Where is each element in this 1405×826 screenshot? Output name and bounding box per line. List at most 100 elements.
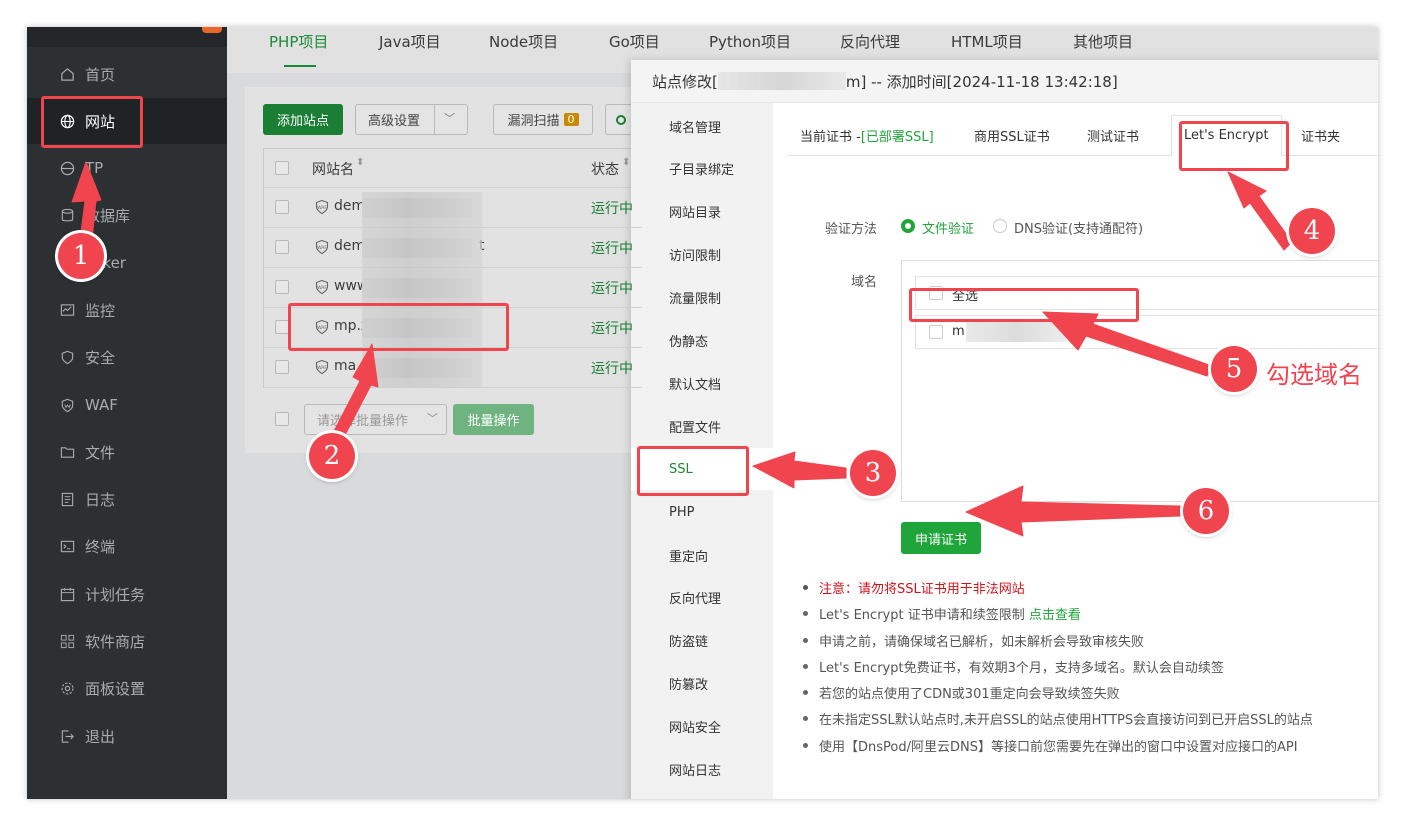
- sidebar-item-logs[interactable]: 日志: [27, 476, 227, 522]
- row-checkbox[interactable]: [275, 280, 289, 294]
- select-all-checkbox[interactable]: [275, 161, 289, 175]
- dialog-nav-item[interactable]: 网站安全: [631, 706, 773, 748]
- dialog-nav-item[interactable]: 配置文件: [631, 405, 773, 447]
- dialog-nav-item[interactable]: 域名管理: [631, 105, 773, 147]
- step-5-marker: 5: [1211, 346, 1257, 392]
- logout-icon: [59, 728, 75, 744]
- view-limits-link[interactable]: 点击查看: [1029, 608, 1081, 623]
- note-item: 若您的站点使用了CDN或301重定向会导致续签失败: [803, 683, 1378, 709]
- add-site-button[interactable]: 添加站点: [263, 104, 343, 135]
- site-name[interactable]: dem: [334, 238, 365, 254]
- row-checkbox[interactable]: [275, 320, 289, 334]
- dialog-nav-item[interactable]: 网站日志: [631, 749, 773, 791]
- row-checkbox[interactable]: [275, 200, 289, 214]
- sidebar-item-label: 软件商店: [85, 632, 146, 651]
- dialog-nav-item[interactable]: 默认文档: [631, 362, 773, 404]
- dialog-nav-item[interactable]: 伪静态: [631, 320, 773, 362]
- sidebar-item-waf[interactable]: WAF: [27, 382, 227, 428]
- sidebar-item-logout[interactable]: 退出: [27, 713, 227, 759]
- status-badge[interactable]: 运行中: [591, 318, 633, 338]
- dialog-nav-item[interactable]: 网站目录: [631, 191, 773, 233]
- status-badge[interactable]: 运行中: [591, 358, 633, 378]
- svg-text:WAF: WAF: [317, 205, 327, 211]
- batch-checkbox[interactable]: [275, 412, 289, 426]
- dialog-nav-item[interactable]: 防盗链: [631, 620, 773, 662]
- sidebar-item-security[interactable]: 安全: [27, 334, 227, 380]
- tab-python[interactable]: Python项目: [709, 31, 791, 52]
- status-badge[interactable]: 运行中: [591, 278, 633, 298]
- step-2-marker: 2: [309, 433, 355, 479]
- dialog-nav-item[interactable]: PHP: [631, 491, 773, 533]
- sidebar-item-label: 安全: [85, 348, 116, 367]
- tab-commercial-ssl[interactable]: 商用SSL证书: [962, 115, 1062, 156]
- tab-current-cert-label: 当前证书 -: [800, 130, 861, 145]
- dialog-nav-item[interactable]: 重定向: [631, 534, 773, 576]
- sort-icon[interactable]: ⬍: [622, 157, 630, 168]
- step-3-marker: 3: [850, 450, 896, 496]
- tab-current-cert[interactable]: 当前证书 - [已部署SSL]: [788, 115, 946, 156]
- col-status[interactable]: 状态: [591, 159, 619, 179]
- sidebar-item-settings[interactable]: 面板设置: [27, 665, 227, 711]
- radio-dns-verify[interactable]: [993, 219, 1007, 233]
- svg-text:WAF: WAF: [317, 285, 327, 291]
- tab-go[interactable]: Go项目: [609, 31, 660, 52]
- dialog-nav-item[interactable]: 流量限制: [631, 277, 773, 319]
- row-checkbox[interactable]: [275, 360, 289, 374]
- dns-verify-label[interactable]: DNS验证(支持通配符): [1014, 218, 1143, 237]
- sidebar-item-label: 日志: [85, 490, 116, 509]
- sidebar-item-monitor[interactable]: 监控: [27, 287, 227, 333]
- sidebar-item-home[interactable]: 首页: [27, 51, 227, 97]
- dialog-nav-item[interactable]: 反向代理: [631, 577, 773, 619]
- radio-file-verify[interactable]: [901, 219, 915, 233]
- sidebar-item-docker[interactable]: ocker: [27, 240, 227, 286]
- status-badge[interactable]: 运行中: [591, 238, 633, 258]
- dialog-nav-item[interactable]: 子目录绑定: [631, 148, 773, 190]
- tab-reverse-proxy[interactable]: 反向代理: [840, 31, 900, 52]
- tab-html[interactable]: HTML项目: [951, 31, 1023, 52]
- dialog-nav-item[interactable]: 访问限制: [631, 234, 773, 276]
- logo-strip: [27, 27, 227, 47]
- sidebar-item-ftp[interactable]: TP: [27, 145, 227, 191]
- sidebar-item-label: 退出: [85, 727, 116, 746]
- highlight-ssl-nav: [637, 446, 749, 496]
- tab-test-cert[interactable]: 测试证书: [1075, 115, 1151, 156]
- sidebar-item-store[interactable]: 软件商店: [27, 618, 227, 664]
- gear-icon: [59, 680, 75, 696]
- batch-select[interactable]: 请选择批量操作 ﹀: [304, 404, 447, 435]
- tab-cert-folder[interactable]: 证书夹: [1289, 115, 1352, 156]
- domain-checkbox[interactable]: [929, 325, 943, 339]
- sort-icon[interactable]: ⬍: [356, 157, 364, 168]
- redacted-domain: [966, 322, 1066, 342]
- site-name[interactable]: dem: [334, 198, 365, 214]
- tab-other[interactable]: 其他项目: [1073, 31, 1133, 52]
- note-item: 注意：请勿将SSL证书用于非法网站: [803, 578, 1378, 604]
- apply-cert-button[interactable]: 申请证书: [901, 522, 981, 554]
- tab-java[interactable]: Java项目: [379, 31, 441, 52]
- batch-apply-button[interactable]: 批量操作: [453, 404, 534, 435]
- database-icon: [59, 207, 75, 223]
- dialog-nav-item[interactable]: 防篡改: [631, 663, 773, 705]
- sidebar-item-cron[interactable]: 计划任务: [27, 571, 227, 617]
- sidebar-item-label: 终端: [85, 537, 116, 556]
- sidebar-item-terminal[interactable]: 终端: [27, 523, 227, 569]
- verify-method-label: 验证方法: [825, 222, 878, 237]
- table-header: 网站名 ⬍ 状态 ⬍: [264, 149, 642, 188]
- note-item: 申请之前，请确保域名已解析，如未解析会导致审核失败: [803, 631, 1378, 657]
- chevron-down-icon: ﹀: [427, 412, 438, 425]
- tab-node[interactable]: Node项目: [489, 31, 558, 52]
- sidebar-item-files[interactable]: 文件: [27, 429, 227, 475]
- site-name[interactable]: ma: [334, 358, 356, 374]
- row-checkbox[interactable]: [275, 240, 289, 254]
- tab-php[interactable]: PHP项目: [269, 31, 328, 52]
- status-badge[interactable]: 运行中: [591, 198, 633, 218]
- sidebar-item-label: WAF: [85, 396, 118, 414]
- col-site-name[interactable]: 网站名: [312, 159, 354, 179]
- sidebar-item-label: 面板设置: [85, 679, 146, 698]
- vuln-scan-button[interactable]: 漏洞扫描 0: [493, 104, 593, 135]
- dropdown-divider: [434, 105, 435, 134]
- advanced-settings-dropdown[interactable]: 高级设置 ﹀: [355, 104, 468, 135]
- note-item: Let's Encrypt免费证书，有效期3个月，支持多域名。默认会自动续签: [803, 657, 1378, 683]
- file-verify-label[interactable]: 文件验证: [922, 218, 974, 237]
- notes-list: 注意：请勿将SSL证书用于非法网站 Let's Encrypt 证书申请和续签限…: [803, 578, 1378, 762]
- sidebar-item-database[interactable]: 数据库: [27, 192, 227, 238]
